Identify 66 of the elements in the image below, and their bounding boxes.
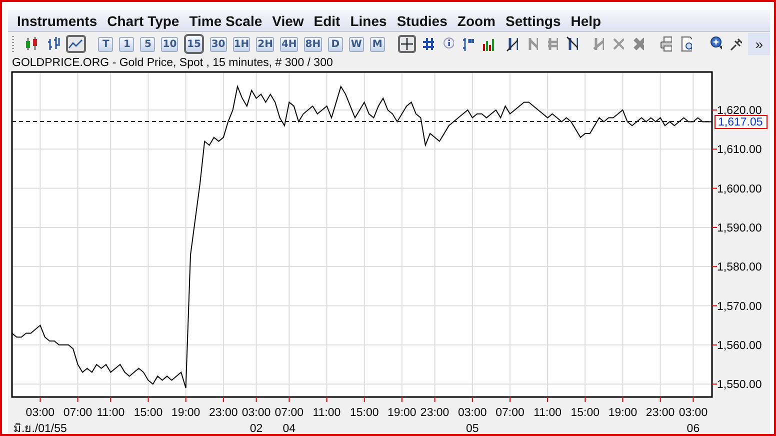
timescale-button[interactable]: W [348,36,364,52]
x-axis-label: 15:00 [570,407,600,419]
x-axis-label: 03:00 [678,407,708,419]
last-price-tag: 1,617.05 [714,115,768,130]
menu-item[interactable]: Zoom [452,12,500,28]
trend-line-icon[interactable] [504,35,520,53]
x-axis-label: 11:00 [534,407,562,419]
y-axis-label: 1,550.00 [717,379,762,392]
menu-item[interactable]: Lines [345,12,392,28]
ref-line-label: 1,617.05 [718,116,763,129]
print-icon[interactable] [658,35,674,53]
grid-icon[interactable] [420,35,436,53]
chart-title: GOLDPRICE.ORG - Gold Price, Spot , 15 minutes, # 300 / 300 [11,56,334,70]
x-axis-label: 03:00 [458,407,487,419]
menu-item[interactable]: Chart Type [102,12,184,28]
x-axis-label: 23:00 [646,407,675,419]
timescale-button[interactable]: 1H [232,36,250,52]
x-axis-label: 19:00 [608,407,638,419]
timescale-button[interactable]: D [328,36,343,52]
timescale-button[interactable]: 2H [256,36,274,52]
x-axis-label: 07:00 [274,407,304,419]
menu-item[interactable]: Help [566,12,606,28]
date-label: 05 [466,423,479,433]
x-axis-label: 03:00 [242,407,271,419]
x-axis-label: 11:00 [312,407,341,419]
y-axis-label: 1,580.00 [717,262,762,274]
x-axis-label: 07:00 [63,407,92,419]
y-axis-label: 1,570.00 [717,300,762,313]
y-axis-label: 1,600.00 [717,183,762,196]
menu-item[interactable]: Instruments [12,12,102,28]
timescale-button[interactable]: 30 [210,36,227,52]
bar-chart-icon[interactable] [460,35,476,53]
timescale-button[interactable]: 5 [140,36,156,52]
x-axis-label: 23:00 [209,407,238,419]
menu-item[interactable]: Studies [392,12,452,28]
timescale-button[interactable]: M [370,36,385,52]
timescale-button[interactable]: T [98,36,114,52]
x-axis-label: 07:00 [496,407,524,419]
x-axis-label: 11:00 [96,407,125,419]
y-axis-label: 1,620.00 [717,104,762,117]
date-label: 02 [250,423,263,433]
date-label: 04 [282,423,296,433]
line-chart-icon[interactable] [66,35,86,53]
date-label: มิ.ย./01/55 [14,423,67,433]
trend-line-icon[interactable] [564,35,580,53]
date-label: 06 [686,423,700,433]
overflow-button[interactable]: » [748,33,770,55]
timescale-button[interactable]: 15 [184,34,204,54]
y-axis-label: 1,610.00 [717,144,762,156]
menu-item[interactable]: Time Scale [184,12,268,28]
timescale-button[interactable]: 8H [304,36,322,52]
crosshair-icon[interactable] [398,35,416,53]
x-axis-label: 15:00 [350,407,379,419]
x-axis-label: 15:00 [134,407,163,419]
y-axis-label: 1,560.00 [717,340,762,352]
timescale-button[interactable]: 4H [280,36,298,52]
timescale-button[interactable]: 10 [161,36,178,52]
x-axis-label: 03:00 [26,407,55,419]
x-axis-label: 19:00 [171,407,200,419]
menu-item[interactable]: Settings [500,12,566,28]
x-axis-label: 23:00 [420,407,450,419]
timescale-button[interactable]: 1 [119,36,134,52]
x-axis-label: 19:00 [388,407,416,419]
menu-item[interactable]: View [267,12,309,28]
menu-item[interactable]: Edit [308,12,346,28]
y-axis-label: 1,590.00 [717,222,762,234]
